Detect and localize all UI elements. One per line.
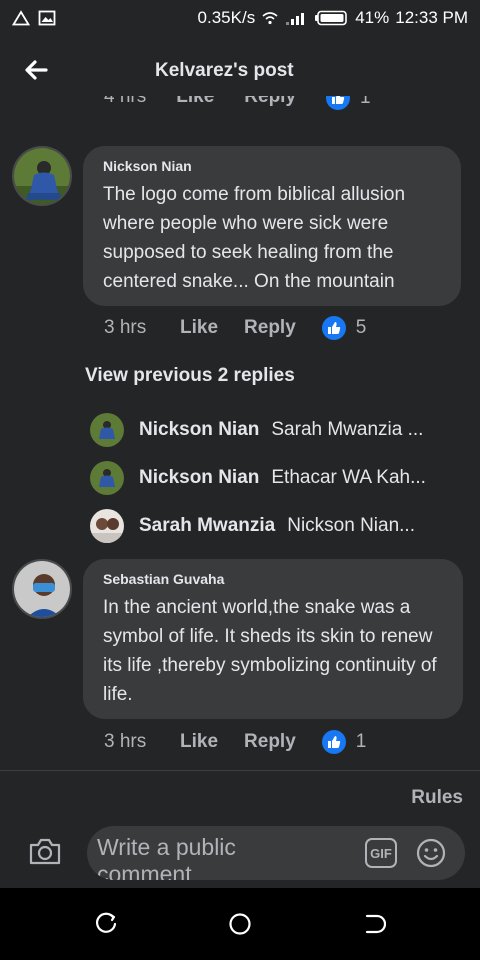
avatar — [90, 413, 124, 447]
comment-actions: 3 hrs Like Reply 5 — [104, 316, 366, 340]
reply-preview[interactable]: Nickson Nian Ethacar WA Kah... — [90, 458, 460, 498]
reply-button[interactable]: Reply — [244, 731, 296, 753]
comment-bubble: Sebastian Guvaha In the ancient world,th… — [83, 559, 463, 719]
back-icon[interactable] — [362, 912, 386, 936]
comment-bubble: Nickson Nian The logo come from biblical… — [83, 146, 461, 306]
signal-icon — [286, 13, 305, 25]
like-thumb-icon — [326, 96, 351, 110]
reply-author: Nickson Nian — [139, 467, 260, 488]
reply-author: Sarah Mwanzia — [139, 515, 276, 536]
comment-input-placeholder[interactable]: Write a public comment — [97, 834, 267, 880]
like-button[interactable]: Like — [180, 317, 218, 339]
system-nav-bar — [0, 888, 480, 960]
page-title: Kelvarez's post — [155, 60, 294, 81]
reply-button[interactable]: Reply — [244, 317, 296, 339]
reply-text: Ethacar WA Kah... — [271, 467, 426, 488]
reply-button[interactable]: Reply — [244, 96, 296, 110]
like-button[interactable]: Like — [176, 96, 214, 110]
comment-time: 3 hrs — [104, 731, 147, 752]
comment-text: The logo come from biblical allusion whe… — [103, 184, 406, 292]
rules-link[interactable]: Rules — [411, 787, 463, 809]
camera-icon[interactable] — [28, 836, 62, 866]
recent-apps-icon[interactable] — [95, 912, 119, 936]
clock: 12:33 PM — [395, 8, 468, 27]
comment-author[interactable]: Nickson Nian — [103, 158, 441, 174]
wifi-icon — [262, 12, 278, 25]
reply-preview[interactable]: Nickson Nian Sarah Mwanzia ... — [90, 410, 460, 450]
comment-time: 4 hrs — [104, 96, 147, 107]
avatar[interactable] — [12, 146, 72, 206]
avatar[interactable] — [12, 559, 72, 619]
back-arrow-icon[interactable] — [20, 56, 52, 84]
like-count: 5 — [355, 317, 367, 338]
reply-text: Nickson Nian... — [287, 515, 415, 536]
network-speed: 0.35K/s — [197, 8, 256, 27]
like-button[interactable]: Like — [180, 731, 218, 753]
partial-action-row: 4 hrs Like Reply 1 — [0, 96, 480, 126]
gif-icon[interactable]: GIF — [365, 838, 397, 868]
comment-actions: 3 hrs Like Reply 1 — [104, 730, 366, 754]
like-thumb-icon — [321, 730, 346, 754]
battery-icon — [315, 10, 348, 26]
comment-author[interactable]: Sebastian Guvaha — [103, 571, 443, 587]
divider — [0, 770, 480, 771]
status-bar: 0.35K/s 41% 12:33 PM — [0, 0, 480, 36]
battery-percent: 41% — [355, 8, 390, 27]
reply-author: Nickson Nian — [139, 419, 260, 440]
like-count: 1 — [360, 96, 371, 108]
view-previous-replies[interactable]: View previous 2 replies — [85, 365, 295, 387]
image-icon — [38, 10, 56, 26]
like-count: 1 — [355, 731, 367, 752]
home-icon[interactable] — [228, 912, 252, 936]
avatar — [90, 461, 124, 495]
warning-icon — [12, 10, 30, 26]
comment-text: In the ancient world,the snake was a sym… — [103, 597, 437, 705]
avatar — [90, 509, 124, 543]
comment-composer[interactable]: Write a public comment GIF — [87, 826, 465, 880]
reply-text: Sarah Mwanzia ... — [271, 419, 424, 440]
comment-time: 3 hrs — [104, 317, 147, 338]
emoji-icon[interactable] — [415, 837, 447, 869]
like-thumb-icon — [321, 316, 346, 340]
reply-preview[interactable]: Sarah Mwanzia Nickson Nian... — [90, 506, 460, 546]
